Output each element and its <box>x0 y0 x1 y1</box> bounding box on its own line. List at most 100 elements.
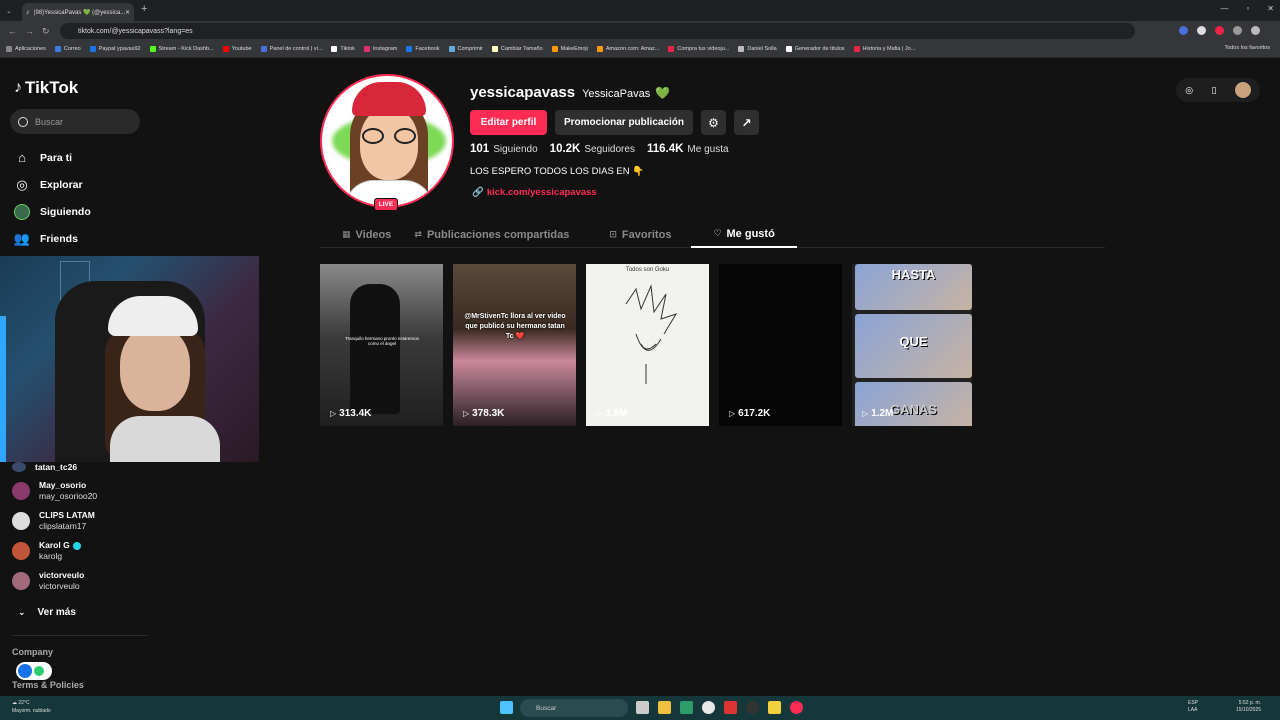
taskbar-app-icon[interactable] <box>680 701 693 714</box>
divider <box>12 635 147 636</box>
account-name: CLIPS LATAM <box>39 510 95 520</box>
search-input[interactable]: Buscar <box>10 109 140 134</box>
bookmark-item[interactable]: Tiktok <box>331 46 355 52</box>
taskbar-app-icon[interactable] <box>702 701 715 714</box>
bookmark-item[interactable]: Daniel Solla <box>738 46 777 52</box>
bookmark-item[interactable]: Compra tus videoju... <box>668 46 729 52</box>
maximize-icon[interactable]: ▫ <box>1246 4 1249 13</box>
forward-icon[interactable]: → <box>25 26 34 36</box>
tab-favorites[interactable]: ⊡ Favoritos <box>609 221 671 248</box>
company-link[interactable]: Company <box>12 647 53 657</box>
following-account[interactable]: victorveulo victorveulo <box>12 566 97 596</box>
extension-icon[interactable] <box>1215 26 1224 35</box>
tab-label: Videos <box>355 228 392 241</box>
bookmark-item[interactable]: Panel de control | vi... <box>260 46 322 52</box>
user-avatar[interactable] <box>1234 82 1251 98</box>
browser-tab[interactable]: ♪ (98)YessicaPavas 💚 (@yessica... ✕ <box>22 3 134 21</box>
video-card[interactable]: HASTA QUE GANAS ▷ 1.2M <box>852 264 972 426</box>
avatar <box>12 572 30 590</box>
nav-siguiendo[interactable]: Siguiendo <box>14 198 91 225</box>
clock[interactable]: 5:52 p. m. 15/10/2025 <box>1236 700 1261 714</box>
bookmark-item[interactable]: Amazon.com: Amaz... <box>596 46 659 52</box>
following-stat[interactable]: 101 Siguiendo <box>470 143 538 155</box>
settings-button[interactable]: ⚙ <box>701 110 726 135</box>
bookmark-favicon-icon <box>738 46 745 52</box>
bookmark-item[interactable]: Youtube <box>222 46 252 52</box>
nav-explorar[interactable]: ◎ Explorar <box>14 171 91 198</box>
close-window-icon[interactable]: ✕ <box>1267 4 1274 13</box>
bookmark-item[interactable]: Facebook <box>406 46 440 52</box>
compass-small-icon[interactable]: ◎ <box>1185 85 1193 96</box>
video-card[interactable]: ▷ 617.2K <box>719 264 842 426</box>
live-badge[interactable]: LIVE <box>374 198 398 211</box>
tiktok-logo[interactable]: ♪ TikTok <box>14 78 78 98</box>
bookmark-item[interactable]: Historia y Mafia | Jo... <box>853 46 915 52</box>
see-more-label: Ver más <box>37 607 76 618</box>
bookmark-item[interactable]: Instagram <box>363 46 397 52</box>
profile-link[interactable]: 🔗 kick.com/yessicapavass <box>472 187 597 198</box>
taskbar-search[interactable]: Buscar <box>520 699 628 717</box>
bookmark-item[interactable]: Cambiar Tamaño <box>491 46 543 52</box>
profile-icon[interactable] <box>1251 26 1260 35</box>
following-account[interactable]: Karol Gkarolg <box>12 536 97 566</box>
bookmark-item[interactable]: Comprimir <box>448 46 483 52</box>
nav-label: Friends <box>40 232 78 245</box>
extension-icon[interactable] <box>1179 26 1188 35</box>
promote-post-button[interactable]: Promocionar publicación <box>555 110 693 135</box>
bookmark-favicon-icon <box>668 46 675 52</box>
bookmark-favicon-icon <box>149 46 156 52</box>
address-bar[interactable]: tiktok.com/@yessicapavass?lang=es <box>60 23 1135 39</box>
all-bookmarks-folder[interactable]: Todos los favoritos <box>1224 45 1270 51</box>
likes-stat: 116.4K Me gusta <box>646 143 729 155</box>
floating-extension-button[interactable] <box>16 662 52 680</box>
tab-liked[interactable]: ♡ Me gustó <box>691 221 797 248</box>
start-button[interactable] <box>500 701 513 714</box>
taskbar-app-icon[interactable] <box>636 701 649 714</box>
tab-shared-posts[interactable]: ⇄ Publicaciones compartidas <box>414 221 569 248</box>
play-icon: ▷ <box>729 409 736 418</box>
taskbar-app-icon[interactable] <box>746 701 759 714</box>
share-button[interactable]: ↗ <box>734 110 759 135</box>
bookmark-item[interactable]: Stream - Kick Dashb... <box>149 46 214 52</box>
bookmark-item[interactable]: Correo <box>54 46 81 52</box>
nav-friends[interactable]: 👥 Friends <box>14 225 91 252</box>
minimize-icon[interactable]: — <box>1220 4 1228 13</box>
taskbar-app-icon[interactable] <box>658 701 671 714</box>
bookmark-label: Generador de titulos <box>794 46 845 52</box>
bookmark-item[interactable]: Paypal ypavas92 <box>89 46 141 52</box>
tiktok-taskbar-icon[interactable] <box>790 701 803 714</box>
tab-videos[interactable]: ▦ Videos <box>342 221 391 248</box>
following-account[interactable]: tatan_tc26 <box>12 462 97 476</box>
profile-avatar[interactable] <box>320 74 454 208</box>
video-card[interactable]: @MrStivenTc llora al ver video que publi… <box>453 264 576 426</box>
bookmark-item[interactable]: Aplicaciones <box>6 46 46 52</box>
terms-link[interactable]: Terms & Policies <box>12 680 84 690</box>
bookmark-label: Compra tus videoju... <box>677 46 730 52</box>
video-caption: Todos son Goku <box>625 267 670 273</box>
followers-stat[interactable]: 10.2K Seguidores <box>550 143 635 155</box>
extension-icon[interactable] <box>1197 26 1206 35</box>
username: yessicapavass <box>470 84 576 101</box>
chevron-down-icon: ⌄ <box>18 607 26 617</box>
following-account[interactable]: May_osorio may_osorioo20 <box>12 476 97 506</box>
bookmark-item[interactable]: MakeEmoji <box>551 46 588 52</box>
taskbar-app-icon[interactable] <box>724 701 737 714</box>
video-card[interactable]: Todos son Goku ▷ 3.6M <box>586 264 709 426</box>
nav-para-ti[interactable]: ⌂ Para ti <box>14 144 91 171</box>
streamer-face <box>120 326 190 411</box>
new-tab-button[interactable]: + <box>141 3 147 15</box>
edit-profile-button[interactable]: Editar perfil <box>470 110 547 135</box>
video-card[interactable]: Tranquilo hermano pronto estaremos como … <box>320 264 443 426</box>
weather-widget[interactable]: ☁ 22°C Mayorm. nublado <box>12 699 51 715</box>
reload-icon[interactable]: ↻ <box>42 26 50 37</box>
taskbar-app-icon[interactable] <box>768 701 781 714</box>
following-account[interactable]: CLIPS LATAM clipslatam17 <box>12 506 97 536</box>
see-more-button[interactable]: ⌄ Ver más <box>18 607 76 618</box>
bookmark-item[interactable]: Generador de titulos <box>785 46 845 52</box>
close-tab-icon[interactable]: ✕ <box>125 9 130 16</box>
extension-icon[interactable] <box>1233 26 1242 35</box>
back-icon[interactable]: ← <box>8 26 17 36</box>
bookmark-icon: ⊡ <box>609 229 617 239</box>
tab-search-icon[interactable]: ⌄ <box>6 7 12 15</box>
device-icon[interactable]: ▯ <box>1211 85 1216 96</box>
